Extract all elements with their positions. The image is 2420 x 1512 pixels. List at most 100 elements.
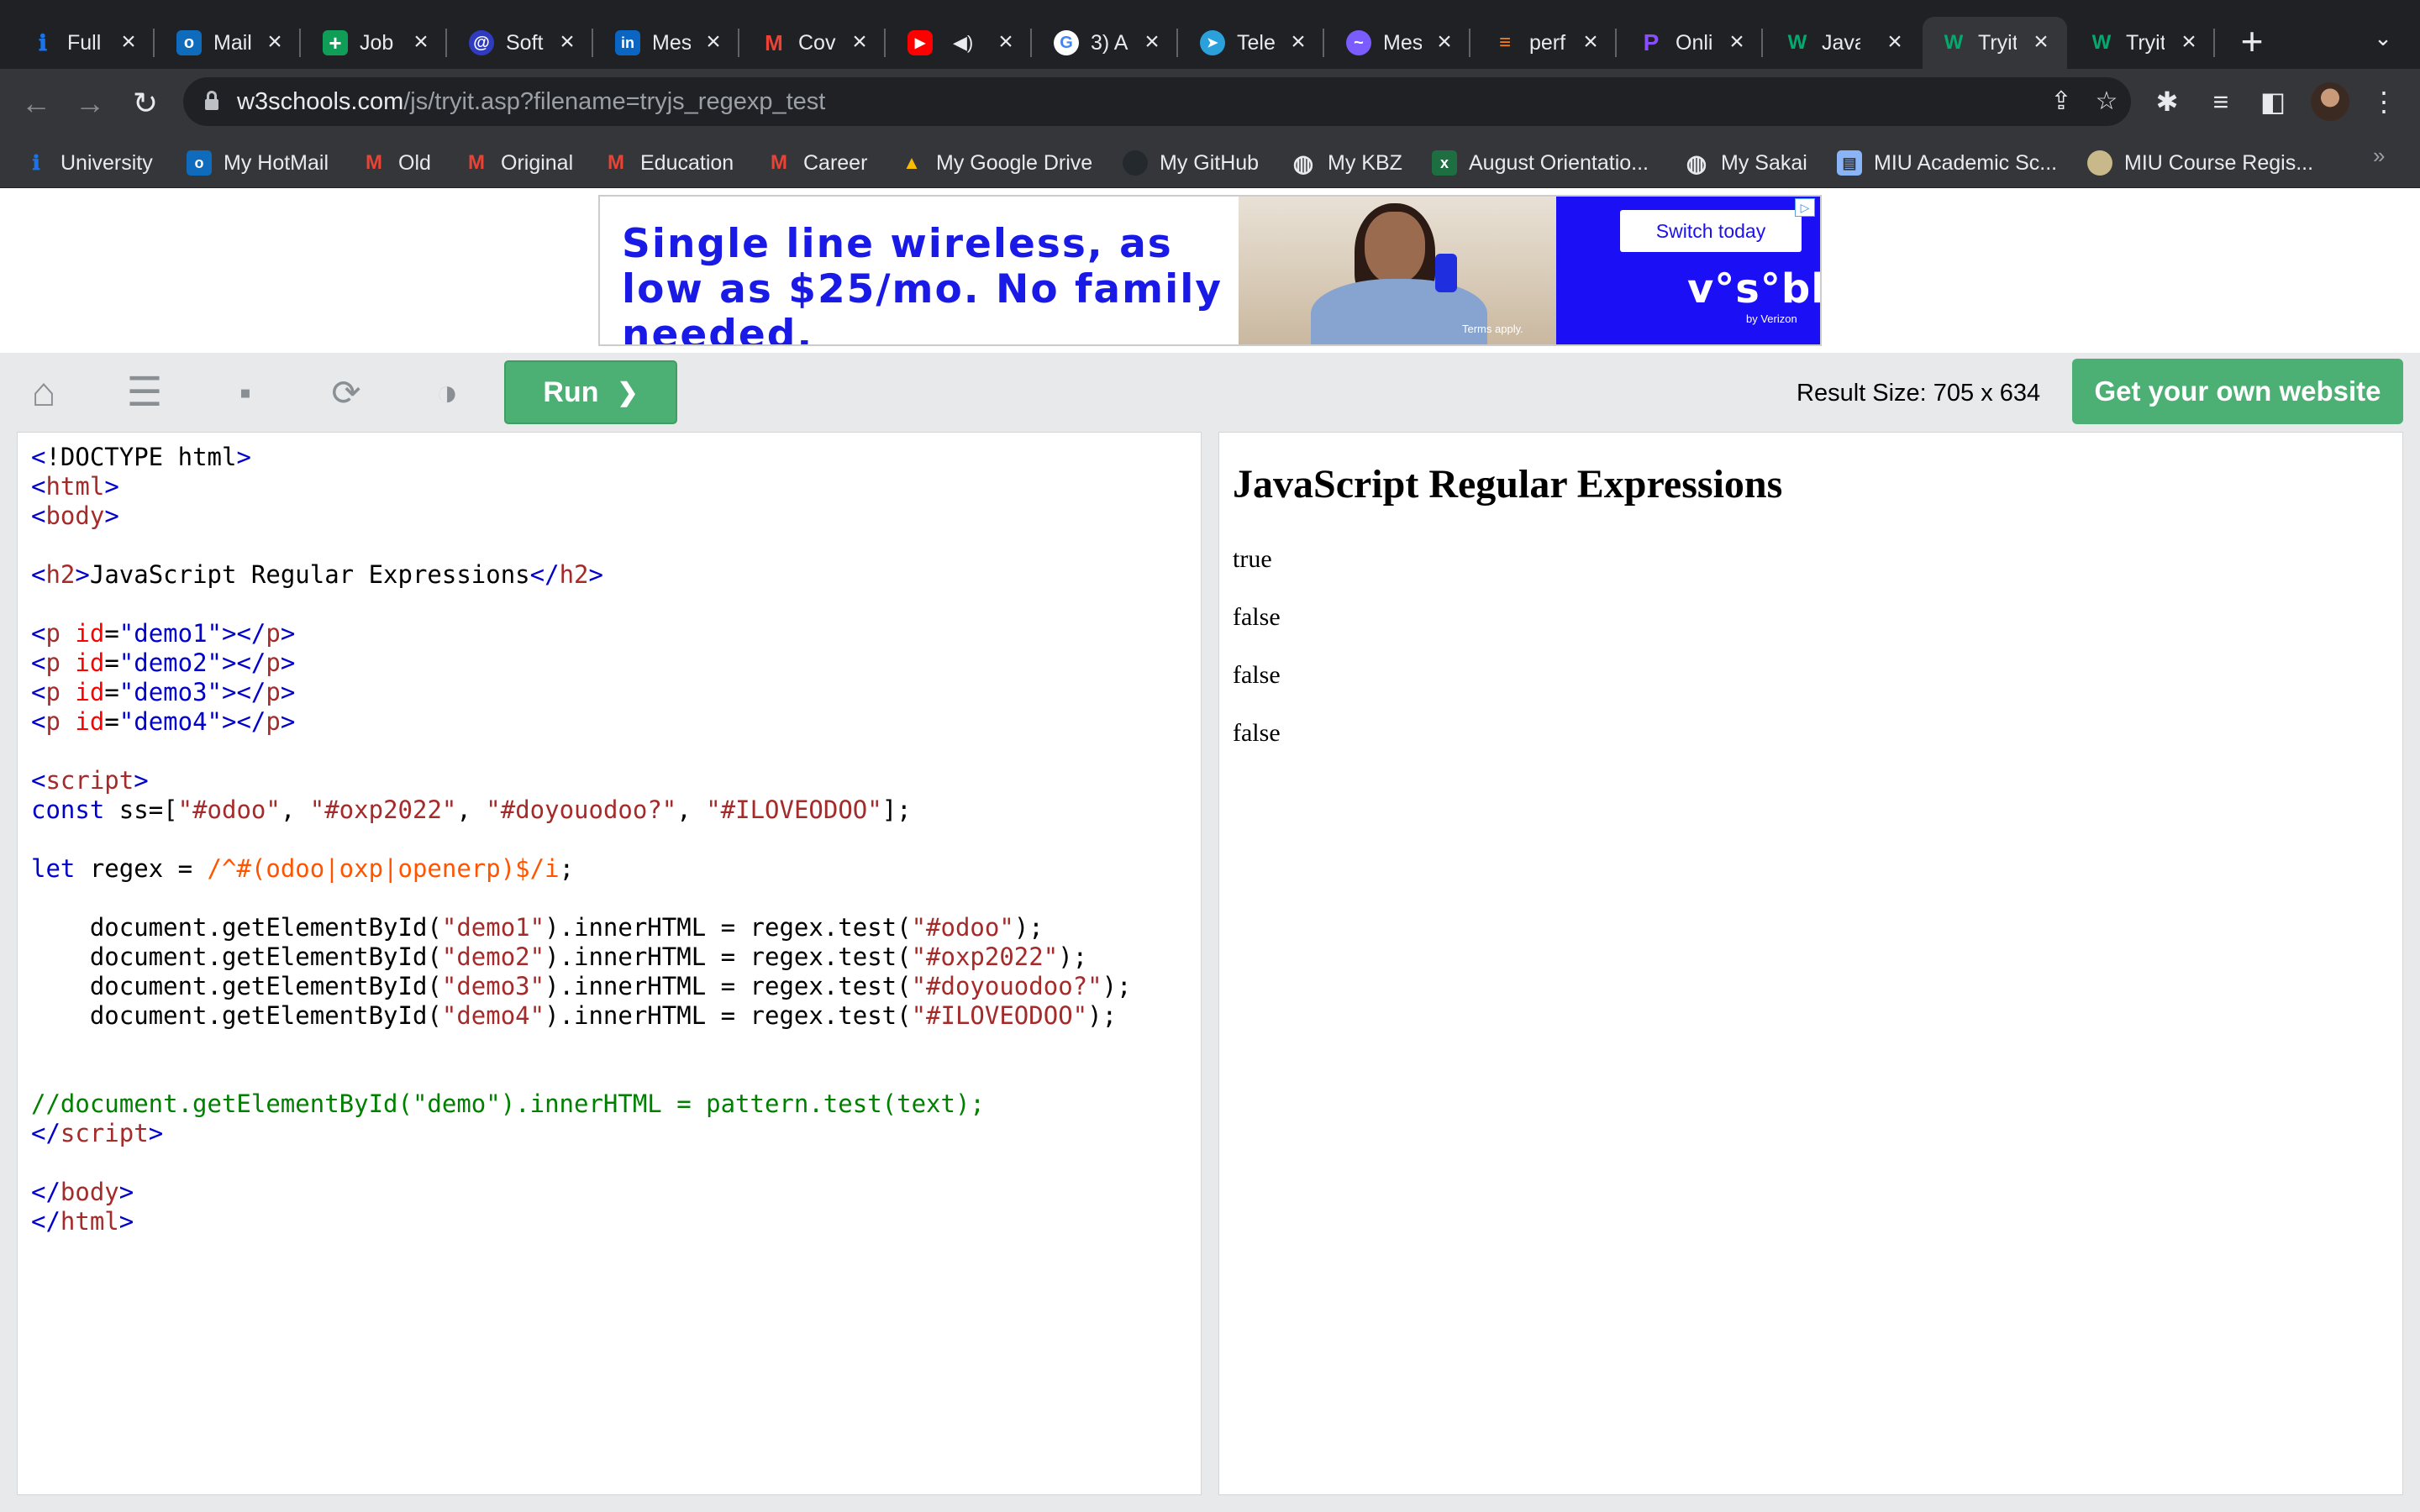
bookmark-item[interactable]: x August Orientatio... (1432, 144, 1649, 181)
close-icon[interactable]: × (114, 28, 143, 56)
extensions-puzzle-icon[interactable]: ✱ (2146, 81, 2188, 123)
run-label: Run (543, 375, 599, 408)
tab-title: Tryit (2126, 30, 2165, 55)
address-bar[interactable]: w3schools.com/js/tryit.asp?filename=tryj… (183, 77, 2131, 126)
result-frame[interactable]: JavaScript Regular Expressions true fals… (1218, 432, 2403, 1495)
browser-tab[interactable]: W Tryit × (2070, 17, 2215, 69)
close-icon[interactable]: × (1881, 28, 1909, 56)
tab-title: Mes (652, 30, 691, 55)
forward-arrow-icon[interactable]: → (67, 81, 113, 126)
close-icon[interactable]: × (699, 28, 728, 56)
browser-tab-active[interactable]: W Tryit × (1923, 17, 2067, 69)
miu-logo-icon: ● (2087, 150, 2112, 176)
close-icon[interactable]: × (407, 28, 435, 56)
result-demo1: true (1233, 545, 1272, 573)
kebab-menu-icon[interactable]: ⋮ (2363, 81, 2405, 123)
excel-icon: x (1432, 150, 1457, 176)
reload-icon[interactable]: ↻ (123, 81, 168, 126)
result-demo4: false (1233, 719, 1281, 747)
bookmark-item[interactable]: ● MIU Course Regis... (2087, 144, 2313, 181)
bookmark-item[interactable]: ◍ My Sakai (1684, 144, 1807, 181)
adchoices-icon[interactable]: ▷ (1795, 198, 1815, 217)
media-queue-icon[interactable]: ≡ (2200, 81, 2242, 123)
browser-tab[interactable]: M Cov × (743, 17, 886, 69)
close-icon[interactable]: × (1138, 28, 1166, 56)
browser-tab[interactable]: G 3) A × (1035, 17, 1178, 69)
globe-icon: ◍ (1686, 150, 1707, 176)
tab-divider (592, 29, 593, 57)
close-icon[interactable]: × (1284, 28, 1313, 56)
new-tab-button[interactable]: + (2235, 20, 2269, 62)
contrast-icon[interactable]: ◑ (422, 368, 472, 418)
outlook-icon: o (176, 30, 202, 55)
save-icon[interactable]: ▪ (220, 368, 271, 418)
browser-tab[interactable]: ➤ Tele × (1181, 17, 1324, 69)
browser-tab[interactable]: ℹ Full × (12, 17, 155, 69)
bookmark-item[interactable]: M Career (766, 144, 867, 181)
browser-tab[interactable]: ~ Mes × (1328, 17, 1470, 69)
browser-tab[interactable]: in Mes × (597, 17, 739, 69)
rotate-layout-icon[interactable]: ⟳ (321, 368, 371, 418)
close-icon[interactable]: × (553, 28, 581, 56)
browser-tab[interactable]: o Mail × (158, 17, 301, 69)
browser-tab[interactable]: W Java × (1766, 17, 1921, 69)
code-editor[interactable]: <!DOCTYPE html> <html> <body> <h2>JavaSc… (17, 432, 1202, 1495)
browser-tab[interactable]: ≡ perf × (1474, 17, 1617, 69)
tab-divider (738, 29, 739, 57)
linkedin-icon: in (615, 30, 640, 55)
star-icon[interactable]: ☆ (2089, 84, 2124, 119)
info-icon: ℹ (32, 151, 40, 175)
globe-icon: ◍ (1292, 150, 1314, 176)
tab-title: Tele (1237, 30, 1276, 55)
result-heading: JavaScript Regular Expressions (1233, 462, 1783, 507)
speaker-icon[interactable]: ◀) (953, 32, 973, 54)
ad-person-sweater (1311, 279, 1487, 344)
switch-today-button[interactable]: Switch today (1620, 210, 1802, 252)
close-icon[interactable]: × (260, 28, 289, 56)
close-icon[interactable]: × (845, 28, 874, 56)
advertisement-banner[interactable]: Single line wireless, as low as $25/mo. … (598, 195, 1822, 346)
page-icon: ▤ (1837, 150, 1862, 176)
info-icon: ℹ (39, 29, 47, 55)
browser-tab[interactable]: @ Soft × (450, 17, 593, 69)
bookmark-item[interactable]: ● My GitHub (1123, 144, 1259, 181)
sheets-plus-icon: + (323, 30, 348, 55)
bookmark-item[interactable]: o My HotMail (187, 144, 329, 181)
chevron-down-icon[interactable]: ⌄ (2366, 25, 2400, 59)
url-text[interactable]: w3schools.com/js/tryit.asp?filename=tryj… (237, 88, 825, 116)
ad-person-face (1365, 212, 1425, 284)
bookmark-item[interactable]: ◍ My KBZ (1291, 144, 1402, 181)
close-icon[interactable]: × (992, 28, 1020, 56)
bookmark-item[interactable]: ▤ MIU Academic Sc... (1837, 144, 2057, 181)
avatar[interactable] (2311, 82, 2349, 121)
menu-icon[interactable]: ☰ (119, 368, 170, 418)
bookmark-label: My GitHub (1160, 150, 1260, 175)
bookmark-item[interactable]: M Original (464, 144, 573, 181)
chevron-right-icon: ❯ (617, 378, 639, 407)
google-icon: G (1054, 30, 1079, 55)
bookmark-item[interactable]: M Old (361, 144, 431, 181)
code-text[interactable]: <!DOCTYPE html> <html> <body> <h2>JavaSc… (31, 443, 1132, 1236)
browser-tab[interactable]: ▶ ◀) × (889, 17, 1032, 69)
side-panel-icon[interactable]: ◧ (2252, 81, 2294, 123)
browser-tab[interactable]: + Job × (304, 17, 447, 69)
close-icon[interactable]: × (2175, 28, 2203, 56)
back-arrow-icon[interactable]: ← (13, 81, 59, 126)
close-icon[interactable]: × (1576, 28, 1605, 56)
browser-tab[interactable]: P Onli × (1620, 17, 1763, 69)
get-your-own-website-button[interactable]: Get your own website (2072, 359, 2403, 424)
close-icon[interactable]: × (1430, 28, 1459, 56)
bookmark-item[interactable]: M Education (603, 144, 734, 181)
bookmarks-overflow-icon[interactable]: » (2373, 143, 2385, 169)
home-icon[interactable]: ⌂ (18, 368, 69, 418)
bookmark-label: My Google Drive (936, 150, 1093, 175)
bookmark-label: MIU Course Regis... (2124, 150, 2314, 175)
close-icon[interactable]: × (2027, 28, 2055, 56)
share-icon[interactable]: ⇪ (2044, 84, 2079, 119)
close-icon[interactable]: × (1723, 28, 1751, 56)
tab-divider (2213, 29, 2215, 57)
url-path: /js/tryit.asp?filename=tryjs_regexp_test (403, 88, 826, 115)
bookmark-item[interactable]: ▲ My Google Drive (899, 144, 1092, 181)
bookmark-item[interactable]: ℹ University (24, 144, 152, 181)
run-button[interactable]: Run ❯ (504, 360, 677, 424)
